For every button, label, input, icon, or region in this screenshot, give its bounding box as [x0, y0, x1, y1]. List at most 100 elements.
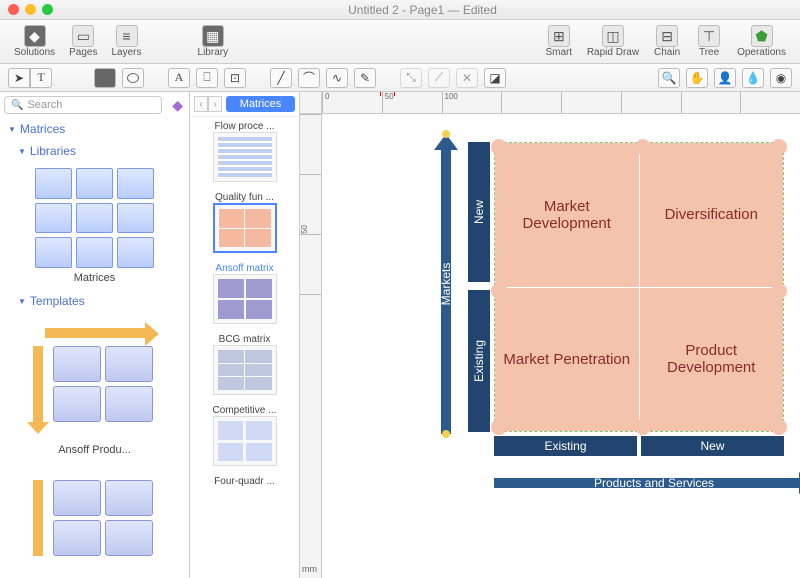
selection-tools: ➤ T: [8, 68, 52, 88]
thumb-icon: [213, 132, 277, 182]
spline-tool[interactable]: ∿: [326, 68, 348, 88]
pen-tool[interactable]: ✎: [354, 68, 376, 88]
minimize-icon[interactable]: [25, 4, 36, 15]
node-tool[interactable]: ✕: [456, 68, 478, 88]
tick: [300, 114, 321, 174]
stamp-tool[interactable]: ◉: [770, 68, 792, 88]
library-button[interactable]: ▦Library: [192, 23, 235, 60]
label: New: [472, 200, 486, 224]
template-2[interactable]: [0, 462, 189, 578]
secondary-toolbar: ➤ T A ⎕ ⊡ ╱ ⌒ ∿ ✎ ⤡ ⟋ ✕ ◪ 🔍 ✋ 👤 💧 ◉: [0, 64, 800, 92]
pointer-tool[interactable]: ➤: [8, 68, 30, 88]
libraries-section-header[interactable]: Libraries: [0, 140, 189, 162]
shapes-category-select[interactable]: Matrices: [226, 96, 295, 112]
rect-tool[interactable]: [94, 68, 116, 88]
label: Operations: [737, 47, 786, 58]
ellipse-tool[interactable]: [122, 68, 144, 88]
libraries-thumb[interactable]: Matrices: [0, 162, 189, 290]
tick: [300, 294, 321, 354]
close-icon[interactable]: [8, 4, 19, 15]
window-controls: [8, 4, 53, 15]
selection-handle-icon[interactable]: [771, 419, 787, 435]
guide-mark: [380, 92, 381, 96]
shape-competitive[interactable]: Competitive ...: [190, 401, 299, 472]
shape-four-quadrant[interactable]: Four-quadr ...: [190, 472, 299, 491]
titlebar: Untitled 2 - Page1 — Edited: [0, 0, 800, 20]
selection-handle-icon[interactable]: [771, 139, 787, 155]
crop-tool[interactable]: ◪: [484, 68, 506, 88]
rapid-draw-button[interactable]: ◫Rapid Draw: [581, 23, 645, 60]
tick: 100: [442, 92, 502, 113]
cell-market-penetration[interactable]: Market Penetration: [495, 288, 639, 432]
matrices-section-header[interactable]: Matrices: [0, 118, 189, 140]
matrix-grid[interactable]: Market Development Diversification Marke…: [494, 142, 784, 432]
hand-tool[interactable]: ✋: [686, 68, 708, 88]
operations-button[interactable]: ⬟Operations: [731, 23, 792, 60]
tick: [740, 92, 800, 113]
chain-button[interactable]: ⊟Chain: [647, 23, 687, 60]
shape-quality-function[interactable]: Quality fun ...: [190, 188, 299, 259]
connector-tool[interactable]: ⤡: [400, 68, 422, 88]
cell-product-development[interactable]: Product Development: [640, 288, 784, 432]
callout-tool[interactable]: ⊡: [224, 68, 246, 88]
ruler-horizontal[interactable]: 0 50 100: [322, 92, 800, 114]
zoom-tool[interactable]: 🔍: [658, 68, 680, 88]
label: Ansoff matrix: [215, 263, 273, 274]
tick: 50: [300, 174, 321, 234]
selection-handle-icon[interactable]: [491, 419, 507, 435]
row-label-new[interactable]: New: [468, 142, 490, 282]
back-button[interactable]: ‹: [194, 96, 208, 112]
line-tool[interactable]: ╱: [270, 68, 292, 88]
handle-icon[interactable]: [442, 430, 450, 438]
tick: [561, 92, 621, 113]
tick: [621, 92, 681, 113]
textbox-tool[interactable]: ⎕: [196, 68, 218, 88]
products-axis-arrow[interactable]: Products and Services: [494, 472, 800, 494]
text-a-tool[interactable]: A: [168, 68, 190, 88]
thumb-icon: [213, 416, 277, 466]
smart-button[interactable]: ⊞Smart: [539, 23, 579, 60]
layers-button[interactable]: ≡Layers: [106, 23, 148, 60]
cell-diversification[interactable]: Diversification: [640, 143, 784, 287]
handle-icon[interactable]: [442, 130, 450, 138]
selection-handle-icon[interactable]: [771, 283, 787, 299]
ansoff-matrix-shape[interactable]: Markets New Existing Market Development …: [434, 134, 784, 454]
row-label-existing[interactable]: Existing: [468, 290, 490, 432]
page[interactable]: Markets New Existing Market Development …: [322, 114, 800, 578]
label: Library: [198, 47, 229, 58]
shape-ansoff-matrix[interactable]: Ansoff matrix: [190, 259, 299, 330]
selection-handle-icon[interactable]: [635, 419, 651, 435]
path-tool[interactable]: ⟋: [428, 68, 450, 88]
selection-handle-icon[interactable]: [491, 283, 507, 299]
template-ansoff[interactable]: Ansoff Produ...: [0, 312, 189, 462]
text-tool[interactable]: T: [30, 68, 52, 88]
ruler-vertical[interactable]: 50 mm: [300, 114, 322, 578]
window-title: Untitled 2 - Page1 — Edited: [53, 3, 792, 17]
solutions-button[interactable]: ◆Solutions: [8, 23, 61, 60]
thumb-icon: [213, 203, 277, 253]
shape-bcg-matrix[interactable]: BCG matrix: [190, 330, 299, 401]
user-tool[interactable]: 👤: [714, 68, 736, 88]
col-label-new[interactable]: New: [641, 436, 784, 456]
col-label-existing[interactable]: Existing: [494, 436, 637, 456]
shape-flow-process[interactable]: Flow proce ...: [190, 117, 299, 188]
templates-section-header[interactable]: Templates: [0, 290, 189, 312]
cell-market-development[interactable]: Market Development: [495, 143, 639, 287]
eyedropper-tool[interactable]: 💧: [742, 68, 764, 88]
pages-button[interactable]: ▭Pages: [63, 23, 103, 60]
markets-axis-arrow[interactable]: Markets: [434, 134, 458, 434]
guide-mark: [394, 92, 395, 96]
selection-handle-icon[interactable]: [635, 139, 651, 155]
ruler-corner: [300, 92, 322, 114]
template-thumb-icon: [25, 324, 165, 434]
search-input[interactable]: Search: [4, 96, 162, 114]
tree-button[interactable]: ⊤Tree: [689, 23, 729, 60]
label: Chain: [654, 47, 680, 58]
selection-handle-icon[interactable]: [491, 139, 507, 155]
thumb-icon: [213, 345, 277, 395]
filter-icon[interactable]: ◆: [166, 97, 189, 114]
canvas[interactable]: 0 50 100 50 mm Markets New: [300, 92, 800, 578]
zoom-icon[interactable]: [42, 4, 53, 15]
forward-button[interactable]: ›: [208, 96, 222, 112]
arc-tool[interactable]: ⌒: [298, 68, 320, 88]
